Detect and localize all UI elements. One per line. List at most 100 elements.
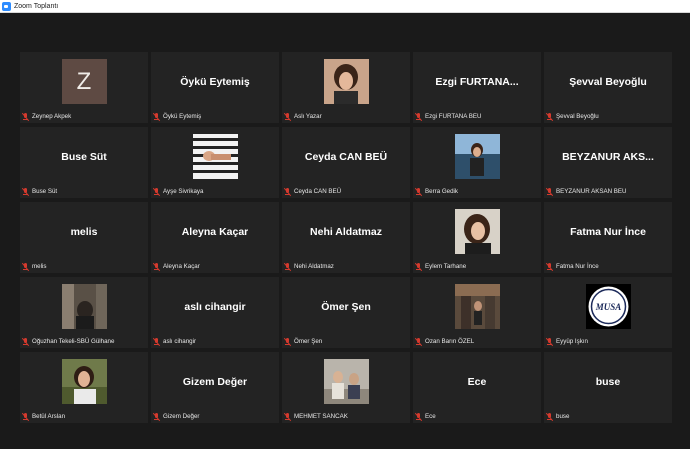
participant-name-label: Eylem Tarhane	[425, 263, 467, 270]
participant-video-thumbnail	[323, 359, 369, 404]
participant-video-area: Aleyna Kaçar	[151, 202, 279, 261]
participant-nameplate: melis	[21, 262, 47, 271]
muted-microphone-icon	[414, 337, 423, 346]
participant-video-area: Gizem Değer	[151, 352, 279, 411]
muted-microphone-icon	[545, 262, 554, 271]
participant-tile[interactable]: Ece Ece	[413, 352, 541, 423]
participant-tile[interactable]: BEYZANUR AKS... BEYZANUR AKSAN BEU	[544, 127, 672, 198]
muted-microphone-icon	[21, 412, 30, 421]
participant-display-name: melis	[70, 225, 98, 238]
participant-tile[interactable]: Ozan Barın ÖZEL	[413, 277, 541, 348]
participant-tile[interactable]: Oğuzhan Tekeli-SBÜ Gülhane	[20, 277, 148, 348]
participant-video-thumbnail	[454, 134, 500, 179]
muted-microphone-icon	[283, 262, 292, 271]
participant-display-name: Şevval Beyoğlu	[569, 75, 647, 88]
participant-tile[interactable]: Berra Gedik	[413, 127, 541, 198]
muted-microphone-icon	[21, 337, 30, 346]
participant-video-area: Şevval Beyoğlu	[544, 52, 672, 111]
participant-tile[interactable]: Ezgi FURTANA... Ezgi FURTANA BEU	[413, 52, 541, 123]
participant-tile[interactable]: Ceyda CAN BEÜ Ceyda CAN BEÜ	[282, 127, 410, 198]
participant-tile[interactable]: buse buse	[544, 352, 672, 423]
participant-nameplate: Buse Süt	[21, 187, 58, 196]
participant-display-name: Ece	[467, 375, 487, 388]
participant-nameplate: Fatma Nur İnce	[545, 262, 599, 271]
muted-microphone-icon	[545, 187, 554, 196]
participant-video-area: Ömer Şen	[282, 277, 410, 336]
participant-name-label: Eyyüp Işkın	[556, 338, 588, 345]
participant-video-area	[413, 277, 541, 336]
participant-display-name: Buse Süt	[61, 150, 107, 163]
participant-video-area	[282, 52, 410, 111]
muted-microphone-icon	[152, 262, 161, 271]
participant-nameplate: aslı cihangir	[152, 337, 197, 346]
participant-tile[interactable]: Öykü Eytemiş Öykü Eytemiş	[151, 52, 279, 123]
participant-video-area: aslı cihangir	[151, 277, 279, 336]
participant-video-area: Ece	[413, 352, 541, 411]
participant-tile[interactable]: Aslı Yazar	[282, 52, 410, 123]
participant-tile[interactable]: Buse Süt Buse Süt	[20, 127, 148, 198]
participant-nameplate: Ece	[414, 412, 436, 421]
participant-video-area: Fatma Nur İnce	[544, 202, 672, 261]
zoom-logo-icon	[2, 1, 11, 11]
participant-display-name: aslı cihangir	[184, 300, 246, 313]
participant-name-label: Buse Süt	[32, 188, 58, 195]
participant-name-label: BEYZANUR AKSAN BEU	[556, 188, 627, 195]
participant-name-label: Şevval Beyoğlu	[556, 113, 599, 120]
participant-display-name: BEYZANUR AKS...	[562, 150, 654, 163]
participant-name-label: Ömer Şen	[294, 338, 323, 345]
participant-display-name: Nehi Aldatmaz	[310, 225, 382, 238]
muted-microphone-icon	[152, 112, 161, 121]
participant-video-area	[20, 277, 148, 336]
participant-tile[interactable]: Nehi Aldatmaz Nehi Aldatmaz	[282, 202, 410, 273]
muted-microphone-icon	[152, 187, 161, 196]
participant-name-label: Oğuzhan Tekeli-SBÜ Gülhane	[32, 338, 115, 345]
participant-video-area	[20, 352, 148, 411]
participant-video-area	[282, 352, 410, 411]
participant-nameplate: Aslı Yazar	[283, 112, 322, 121]
participant-tile[interactable]: MEHMET SANCAK	[282, 352, 410, 423]
participant-nameplate: Betül Arslan	[21, 412, 66, 421]
participant-nameplate: Ozan Barın ÖZEL	[414, 337, 474, 346]
participant-tile[interactable]: Aleyna Kaçar Aleyna Kaçar	[151, 202, 279, 273]
participant-nameplate: Ceyda CAN BEÜ	[283, 187, 342, 196]
participant-nameplate: BEYZANUR AKSAN BEU	[545, 187, 627, 196]
participant-tile[interactable]: Ömer Şen Ömer Şen	[282, 277, 410, 348]
participant-video-area: BEYZANUR AKS...	[544, 127, 672, 186]
participant-display-name: Öykü Eytemiş	[180, 75, 250, 88]
participant-name-label: Betül Arslan	[32, 413, 66, 420]
participant-name-label: aslı cihangir	[163, 338, 197, 345]
window-title: Zoom Toplantı	[14, 2, 59, 10]
participant-video-thumbnail	[192, 134, 238, 179]
participant-name-label: melis	[32, 263, 47, 270]
avatar: Z	[61, 59, 107, 104]
participant-name-label: Aleyna Kaçar	[163, 263, 200, 270]
participant-name-label: MEHMET SANCAK	[294, 413, 348, 420]
participant-nameplate: Zeynep Akpek	[21, 112, 71, 121]
participant-tile[interactable]: Eylem Tarhane	[413, 202, 541, 273]
svg-text:MUSA: MUSA	[594, 302, 621, 312]
participant-video-area: Z	[20, 52, 148, 111]
participant-tile[interactable]: Z Zeynep Akpek	[20, 52, 148, 123]
participant-video-area: Öykü Eytemiş	[151, 52, 279, 111]
participant-nameplate: Şevval Beyoğlu	[545, 112, 599, 121]
participant-display-name: Aleyna Kaçar	[181, 225, 249, 238]
muted-microphone-icon	[414, 262, 423, 271]
participant-nameplate: Öykü Eytemiş	[152, 112, 201, 121]
participant-tile[interactable]: Ayşe Sivrikaya	[151, 127, 279, 198]
participant-tile[interactable]: MUSA Eyyüp Işkın	[544, 277, 672, 348]
participant-tile[interactable]: Fatma Nur İnce Fatma Nur İnce	[544, 202, 672, 273]
participant-nameplate: Gizem Değer	[152, 412, 199, 421]
muted-microphone-icon	[21, 262, 30, 271]
participant-video-area: Buse Süt	[20, 127, 148, 186]
participant-tile[interactable]: Betül Arslan	[20, 352, 148, 423]
participant-tile[interactable]: melis melis	[20, 202, 148, 273]
participant-name-label: Ceyda CAN BEÜ	[294, 188, 342, 195]
participant-tile[interactable]: Gizem Değer Gizem Değer	[151, 352, 279, 423]
participant-display-name: buse	[595, 375, 621, 388]
participant-name-label: Fatma Nur İnce	[556, 263, 599, 270]
participant-tile[interactable]: aslı cihangir aslı cihangir	[151, 277, 279, 348]
participant-nameplate: Berra Gedik	[414, 187, 458, 196]
participant-tile[interactable]: Şevval Beyoğlu Şevval Beyoğlu	[544, 52, 672, 123]
participant-name-label: Aslı Yazar	[294, 113, 322, 120]
participant-display-name: Ceyda CAN BEÜ	[304, 150, 388, 163]
